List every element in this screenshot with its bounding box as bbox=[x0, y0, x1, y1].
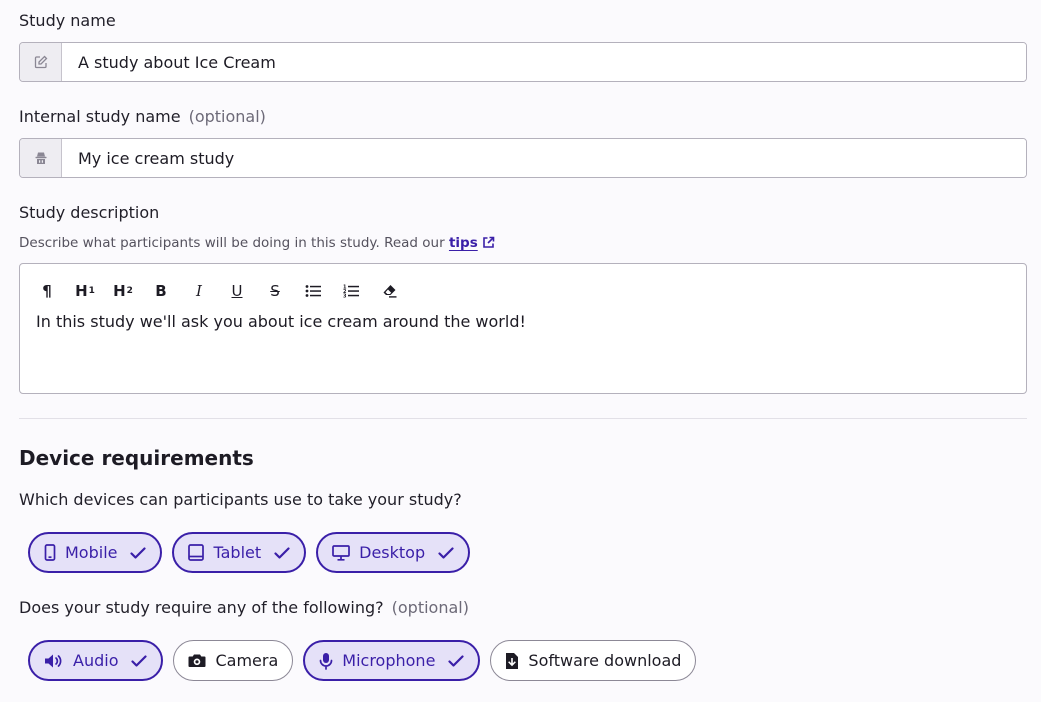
checkmark-icon bbox=[274, 546, 290, 559]
tips-link-label: tips bbox=[448, 235, 478, 251]
microphone-icon bbox=[319, 652, 333, 670]
bullet-list-icon[interactable] bbox=[294, 280, 332, 302]
device-chip-desktop[interactable]: Desktop bbox=[316, 532, 471, 573]
device-label-mobile: Mobile bbox=[65, 543, 118, 562]
description-help-text: Describe what participants will be doing… bbox=[19, 235, 495, 253]
underline-glyph: U bbox=[231, 282, 243, 300]
device-chips: Mobile Tablet Desktop bbox=[28, 532, 471, 573]
requirements-question-text: Does your study require any of the follo… bbox=[19, 598, 384, 617]
checkmark-icon bbox=[131, 654, 148, 667]
bold-glyph: B bbox=[155, 282, 167, 300]
study-name-field[interactable] bbox=[19, 42, 1027, 82]
tablet-icon bbox=[188, 544, 205, 561]
requirement-chips: Audio Camera Microphone Software downloa… bbox=[28, 640, 697, 681]
tips-link[interactable]: tips bbox=[449, 235, 495, 251]
description-text: In this study we'll ask you about ice cr… bbox=[36, 312, 526, 331]
device-label-desktop: Desktop bbox=[359, 543, 426, 562]
internal-study-name-label-text: Internal study name bbox=[19, 107, 181, 126]
heading-2-icon[interactable]: H2 bbox=[104, 280, 142, 302]
requirement-chip-microphone[interactable]: Microphone bbox=[303, 640, 481, 681]
paragraph-glyph: ¶ bbox=[42, 282, 52, 300]
device-requirements-heading: Device requirements bbox=[19, 446, 254, 470]
requirement-label-software-download: Software download bbox=[528, 651, 682, 670]
heading-2-sub: 2 bbox=[126, 286, 133, 296]
requirement-chip-camera[interactable]: Camera bbox=[173, 640, 294, 681]
checkmark-icon bbox=[448, 654, 465, 667]
device-label-tablet: Tablet bbox=[213, 543, 262, 562]
speaker-icon bbox=[45, 654, 62, 667]
incognito-spy-icon bbox=[20, 139, 62, 177]
strikethrough-glyph: S bbox=[270, 282, 280, 300]
pencil-edit-icon bbox=[20, 43, 62, 81]
download-file-icon bbox=[506, 652, 519, 669]
optional-hint: (optional) bbox=[391, 598, 469, 617]
internal-study-name-input[interactable] bbox=[62, 139, 1026, 177]
desktop-monitor-icon bbox=[332, 544, 350, 561]
heading-1-icon[interactable]: H1 bbox=[66, 280, 104, 302]
svg-text:3: 3 bbox=[343, 294, 347, 299]
italic-glyph: I bbox=[196, 282, 202, 300]
internal-study-name-label: Internal study name (optional) bbox=[19, 107, 266, 126]
checkmark-icon bbox=[130, 546, 147, 559]
study-setup-form: Study name Internal study name (optional)… bbox=[0, 0, 1041, 702]
device-chip-tablet[interactable]: Tablet bbox=[172, 532, 307, 573]
checkmark-icon bbox=[438, 546, 454, 559]
clear-format-icon[interactable] bbox=[370, 280, 408, 302]
italic-icon[interactable]: I bbox=[180, 280, 218, 302]
study-name-input[interactable] bbox=[62, 43, 1026, 81]
bold-icon[interactable]: B bbox=[142, 280, 180, 302]
camera-icon bbox=[188, 654, 206, 667]
requirement-label-camera: Camera bbox=[215, 651, 279, 670]
strikethrough-icon[interactable]: S bbox=[256, 280, 294, 302]
mobile-phone-icon bbox=[44, 544, 56, 561]
optional-hint: (optional) bbox=[188, 107, 266, 126]
heading-1-glyph: H bbox=[75, 282, 88, 300]
underline-icon[interactable]: U bbox=[218, 280, 256, 302]
description-editor[interactable]: ¶ H1 H2 B I U S 123 In this study we'll … bbox=[19, 263, 1027, 394]
heading-1-sub: 1 bbox=[88, 286, 95, 296]
device-chip-mobile[interactable]: Mobile bbox=[28, 532, 163, 573]
external-link-icon bbox=[482, 236, 495, 253]
requirement-label-microphone: Microphone bbox=[342, 651, 436, 670]
requirements-question: Does your study require any of the follo… bbox=[19, 598, 469, 617]
numbered-list-icon[interactable]: 123 bbox=[332, 280, 370, 302]
heading-2-glyph: H bbox=[113, 282, 126, 300]
editor-toolbar: ¶ H1 H2 B I U S 123 bbox=[36, 280, 420, 302]
study-name-label: Study name bbox=[19, 11, 116, 30]
internal-study-name-field[interactable] bbox=[19, 138, 1027, 178]
study-description-label: Study description bbox=[19, 203, 160, 222]
paragraph-icon[interactable]: ¶ bbox=[28, 280, 66, 302]
section-divider bbox=[19, 418, 1027, 419]
devices-question: Which devices can participants use to ta… bbox=[19, 490, 462, 509]
requirement-label-audio: Audio bbox=[73, 651, 119, 670]
requirement-chip-software-download[interactable]: Software download bbox=[490, 640, 697, 681]
help-text: Describe what participants will be doing… bbox=[19, 235, 445, 251]
requirement-chip-audio[interactable]: Audio bbox=[28, 640, 164, 681]
